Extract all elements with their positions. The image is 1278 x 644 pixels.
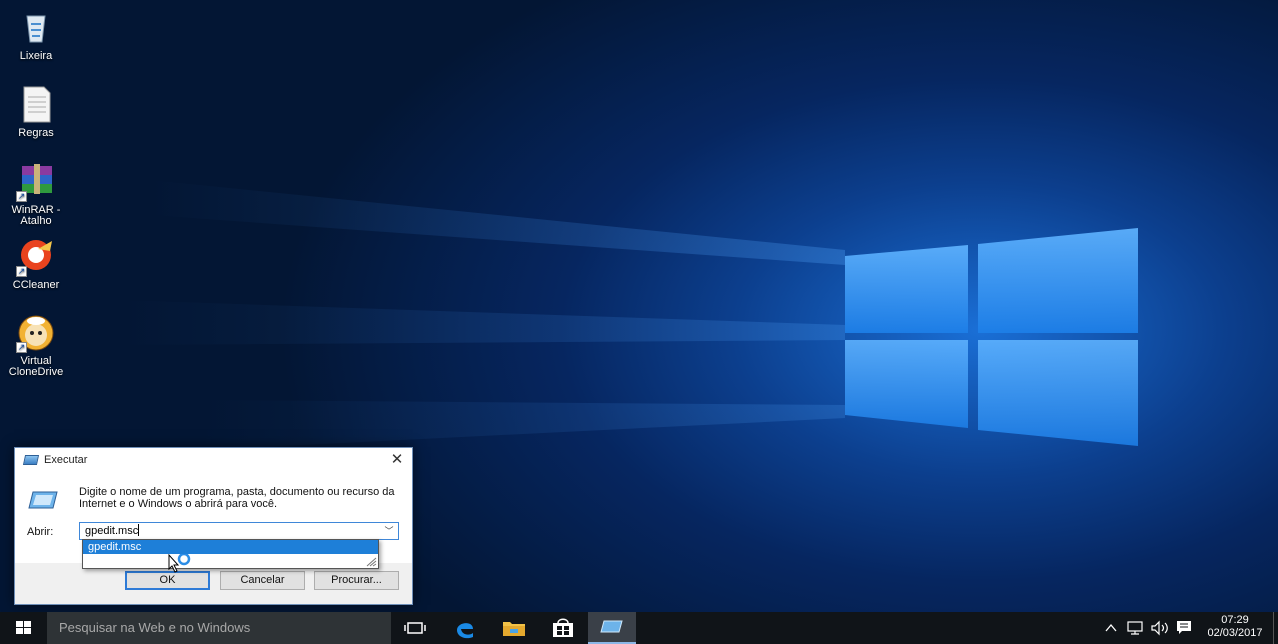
task-view-icon[interactable] xyxy=(391,612,439,644)
run-icon xyxy=(22,455,40,465)
windows-start-icon[interactable] xyxy=(0,612,47,644)
taskbar-run-button[interactable] xyxy=(588,612,636,644)
desktop-icon-recycle-bin[interactable]: Lixeira xyxy=(4,8,68,62)
desktop-icon-label: Lixeira xyxy=(19,50,53,62)
desktop-icon-regras[interactable]: Regras xyxy=(4,85,68,139)
taskbar-search-box[interactable]: Pesquisar na Web e no Windows xyxy=(47,612,391,644)
autocomplete-dropdown: gpedit.msc xyxy=(82,539,379,569)
text-caret xyxy=(138,524,140,536)
dialog-title: Executar xyxy=(44,454,88,466)
busy-cursor-icon xyxy=(168,554,191,573)
desktop-icon-label: Regras xyxy=(18,127,54,139)
dialog-description: Digite o nome de um programa, pasta, doc… xyxy=(79,486,395,510)
store-icon[interactable] xyxy=(539,612,587,644)
ccleaner-icon: ↗ xyxy=(16,237,56,277)
close-icon[interactable]: ✕ xyxy=(382,448,412,472)
autocomplete-item[interactable]: gpedit.msc xyxy=(83,540,378,554)
browse-button[interactable]: Procurar... xyxy=(314,571,399,590)
winrar-icon: ↗ xyxy=(16,162,56,202)
clock-time: 07:29 xyxy=(1221,614,1249,626)
virtual-clonedrive-icon: ↗ xyxy=(16,313,56,353)
shortcut-arrow-icon: ↗ xyxy=(16,191,27,202)
taskbar: Pesquisar na Web e no Windows 07:29 02/0… xyxy=(0,612,1278,644)
show-desktop-button[interactable] xyxy=(1273,612,1278,644)
run-icon xyxy=(28,491,58,509)
shortcut-arrow-icon: ↗ xyxy=(16,342,27,353)
run-icon xyxy=(600,620,623,633)
dialog-footer: OK Cancelar Procurar... xyxy=(15,563,412,604)
file-explorer-icon[interactable] xyxy=(490,612,538,644)
dialog-body: Digite o nome de um programa, pasta, doc… xyxy=(15,472,412,604)
taskbar-clock[interactable]: 07:29 02/03/2017 xyxy=(1200,614,1270,640)
desktop-icon-ccleaner[interactable]: ↗ CCleaner xyxy=(4,237,68,291)
action-center-icon[interactable] xyxy=(1176,620,1192,635)
shortcut-arrow-icon: ↗ xyxy=(16,266,27,277)
volume-icon[interactable] xyxy=(1150,620,1170,636)
open-label: Abrir: xyxy=(27,526,54,538)
run-dialog: Executar ✕ Digite o nome de um programa,… xyxy=(14,447,413,605)
resize-grip-icon[interactable] xyxy=(365,557,377,567)
network-icon[interactable] xyxy=(1126,620,1144,636)
dialog-titlebar[interactable]: Executar ✕ xyxy=(15,448,412,472)
clock-date: 02/03/2017 xyxy=(1207,627,1263,639)
cancel-button[interactable]: Cancelar xyxy=(220,571,305,590)
desktop-icon-label: Virtual CloneDrive xyxy=(8,355,64,378)
chevron-up-icon[interactable] xyxy=(1104,621,1118,635)
open-combobox[interactable]: gpedit.msc ﹀ xyxy=(79,522,399,540)
desktop-icon-label: CCleaner xyxy=(12,279,60,291)
open-input-value[interactable]: gpedit.msc xyxy=(85,525,138,537)
desktop-icon-label: WinRAR - Atalho xyxy=(11,204,61,227)
edge-icon[interactable] xyxy=(441,612,489,644)
text-file-icon xyxy=(16,85,56,125)
desktop-icon-winrar[interactable]: ↗ WinRAR - Atalho xyxy=(4,162,68,227)
chevron-down-icon[interactable]: ﹀ xyxy=(380,523,398,539)
recycle-bin-icon xyxy=(16,8,56,48)
desktop-icon-virtual-clonedrive[interactable]: ↗ Virtual CloneDrive xyxy=(4,313,68,378)
